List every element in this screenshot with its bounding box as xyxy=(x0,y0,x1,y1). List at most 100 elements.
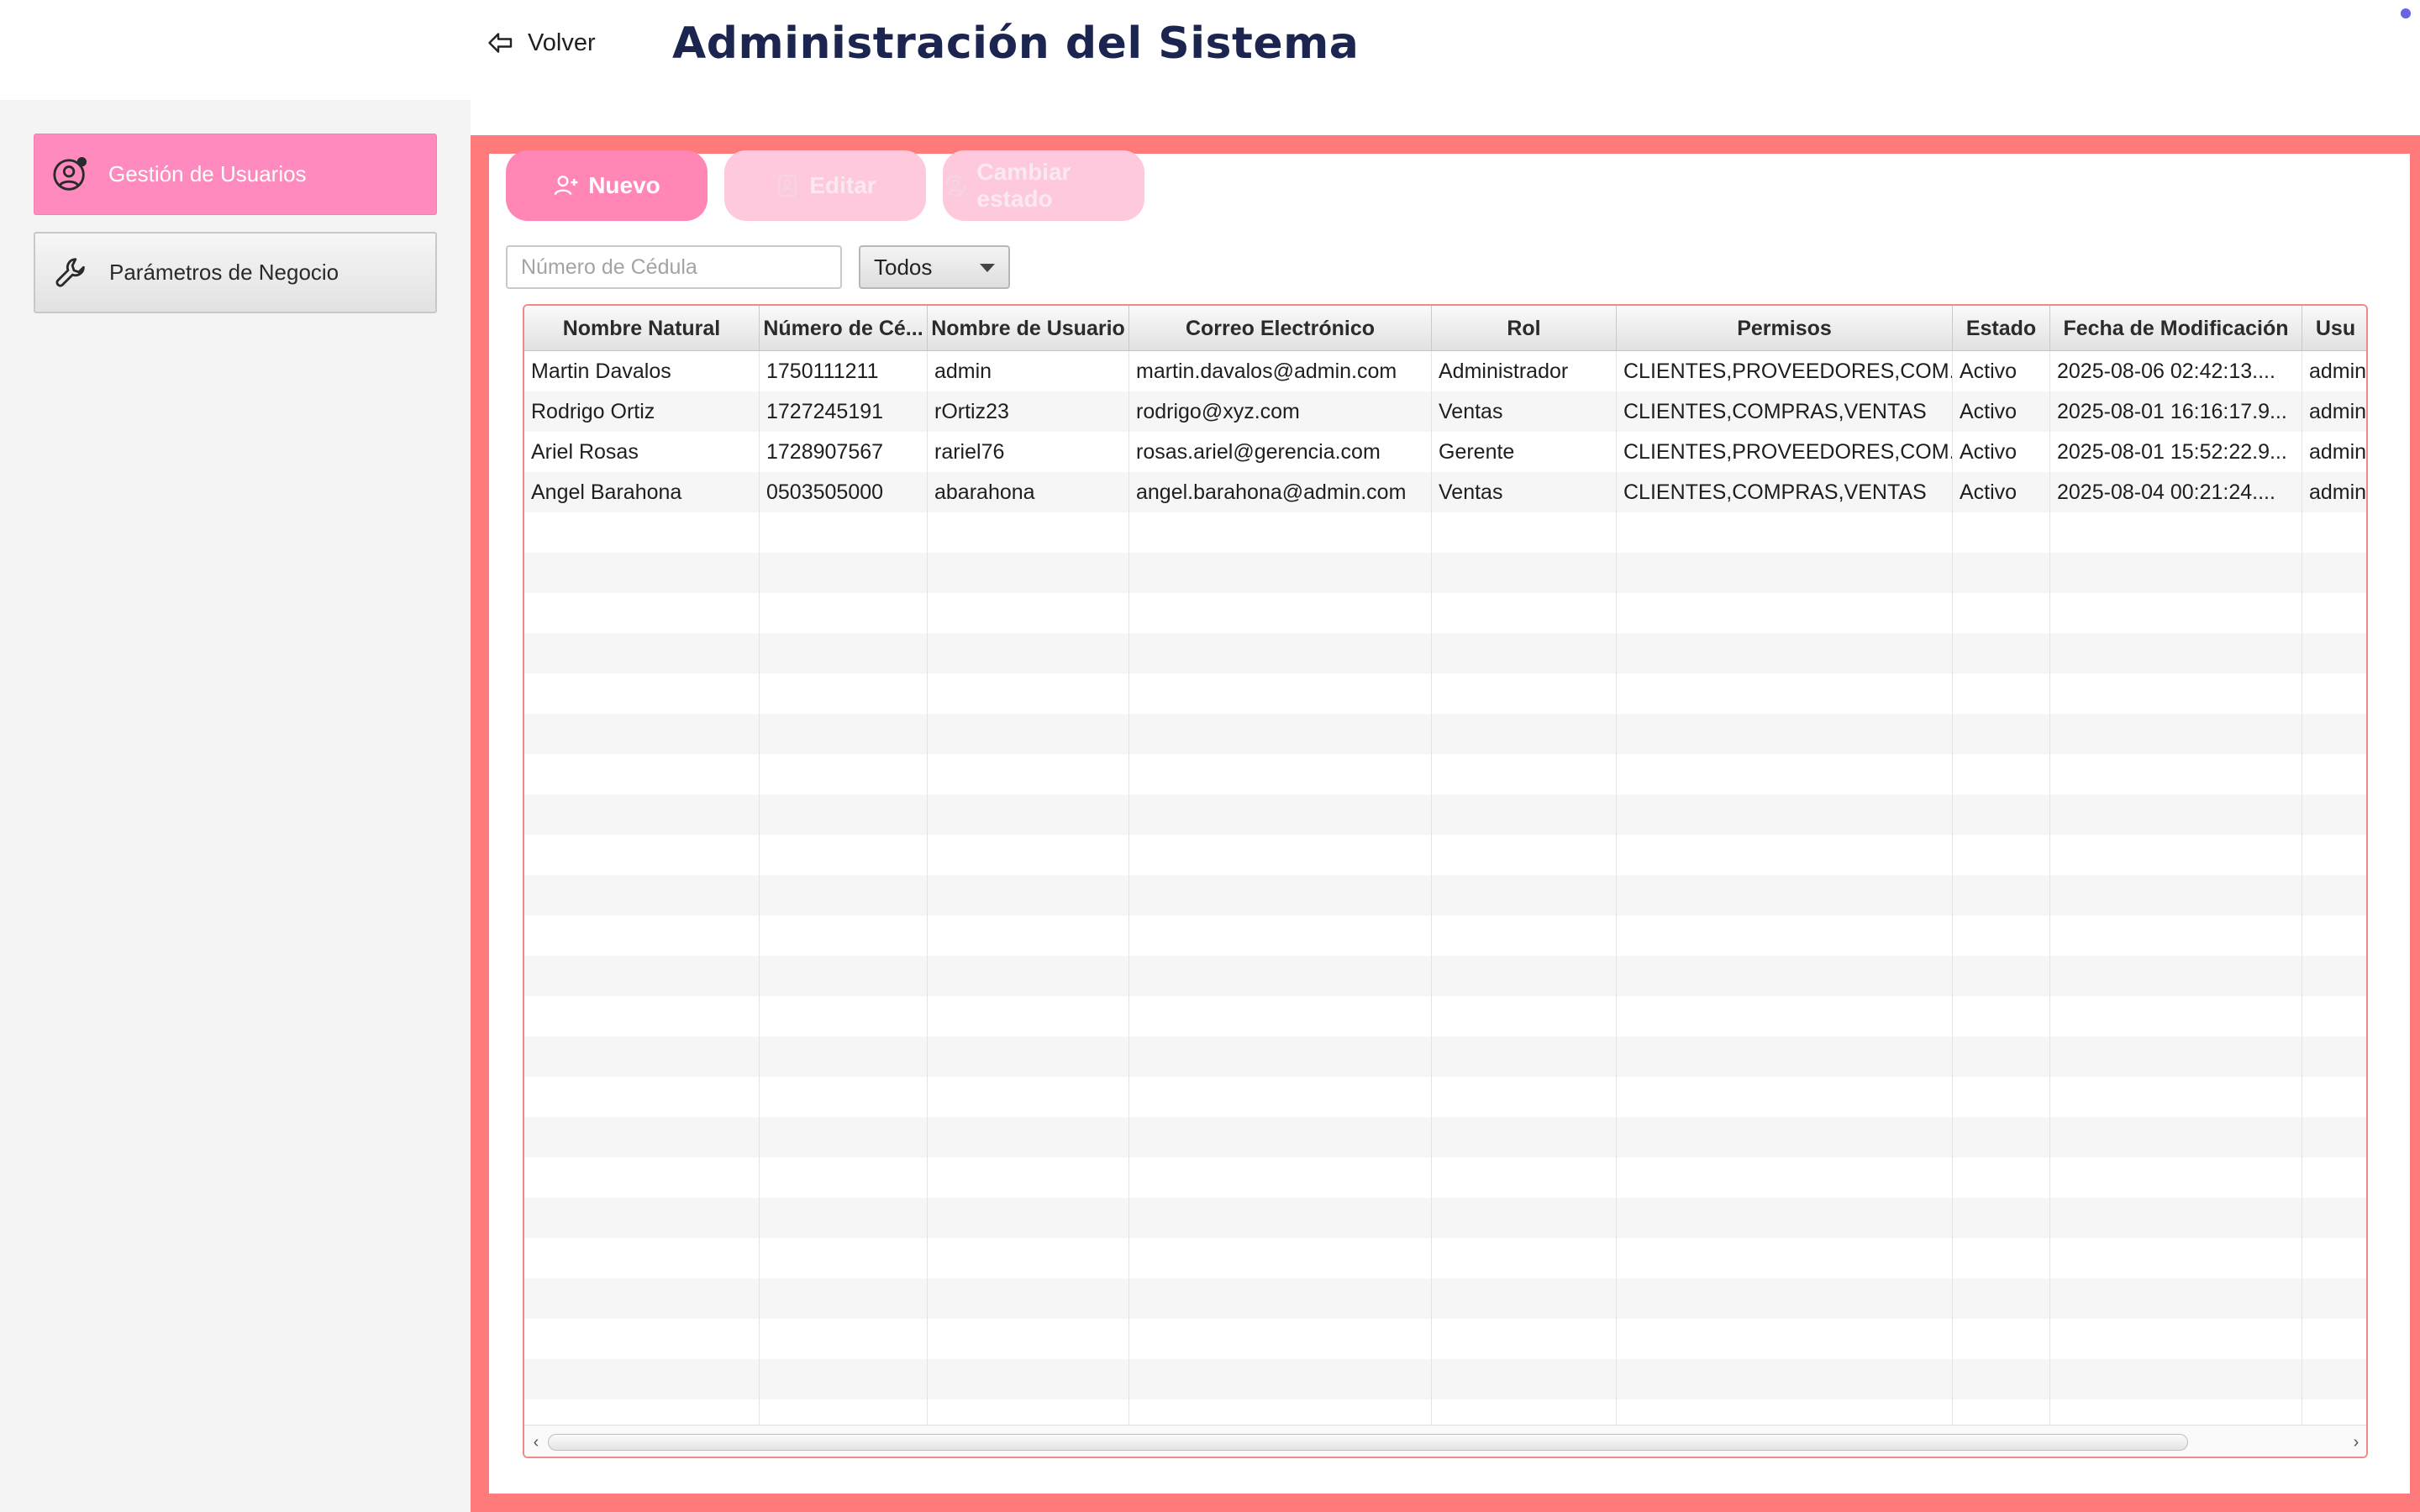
table-cell xyxy=(2302,1077,2366,1117)
table-cell xyxy=(1129,1037,1432,1077)
horizontal-scrollbar[interactable]: ‹ › xyxy=(524,1425,2366,1457)
table-cell xyxy=(1953,1037,2050,1077)
table-cell xyxy=(2050,835,2302,875)
table-row[interactable] xyxy=(524,1359,2366,1399)
contact-card-icon xyxy=(777,174,797,197)
table-cell xyxy=(1617,835,1953,875)
table-row[interactable] xyxy=(524,795,2366,835)
table-cell xyxy=(1953,795,2050,835)
table-cell xyxy=(1617,633,1953,674)
column-header-user[interactable]: Usu xyxy=(2302,306,2366,351)
table-cell xyxy=(2302,795,2366,835)
table-cell xyxy=(760,1319,928,1359)
table-cell xyxy=(1617,875,1953,916)
new-user-button[interactable]: Nuevo xyxy=(506,150,708,221)
table-row[interactable] xyxy=(524,1117,2366,1158)
scroll-right-icon[interactable]: › xyxy=(2348,1434,2365,1451)
table-row[interactable] xyxy=(524,1037,2366,1077)
table-row[interactable] xyxy=(524,1198,2366,1238)
table-row[interactable]: Angel Barahona 0503505000 abarahona angel.b… xyxy=(524,472,2366,512)
table-cell: 2025-08-01 16:16:17.9... xyxy=(2050,391,2302,432)
table-row[interactable] xyxy=(524,714,2366,754)
table-cell xyxy=(1129,512,1432,553)
column-header-name[interactable]: Nombre Natural xyxy=(524,306,760,351)
column-header-permissions[interactable]: Permisos xyxy=(1617,306,1953,351)
table-cell xyxy=(1129,1399,1432,1425)
table-cell: 2025-08-04 00:21:24.... xyxy=(2050,472,2302,512)
sidebar-item-business-params[interactable]: Parámetros de Negocio xyxy=(34,232,437,313)
table-cell: admin xyxy=(928,351,1129,391)
id-number-search-input[interactable] xyxy=(506,245,842,289)
table-cell xyxy=(1432,1117,1617,1158)
column-header-role[interactable]: Rol xyxy=(1432,306,1617,351)
table-cell xyxy=(1432,674,1617,714)
table-cell xyxy=(1129,1238,1432,1278)
table-cell xyxy=(1432,553,1617,593)
table-row[interactable] xyxy=(524,1077,2366,1117)
table-cell xyxy=(1432,512,1617,553)
table-row[interactable] xyxy=(524,956,2366,996)
table-cell xyxy=(1953,996,2050,1037)
table-cell xyxy=(1953,593,2050,633)
table-row[interactable] xyxy=(524,674,2366,714)
table-cell xyxy=(760,1037,928,1077)
table-cell xyxy=(2302,996,2366,1037)
table-row[interactable] xyxy=(524,553,2366,593)
table-row[interactable]: Ariel Rosas 1728907567 rariel76 rosas.ariel… xyxy=(524,432,2366,472)
scrollbar-thumb[interactable] xyxy=(548,1434,2188,1451)
table-cell: CLIENTES,PROVEEDORES,COM... xyxy=(1617,432,1953,472)
scroll-left-icon[interactable]: ‹ xyxy=(528,1434,544,1451)
table-row[interactable] xyxy=(524,1278,2366,1319)
table-cell xyxy=(1953,916,2050,956)
table-row[interactable] xyxy=(524,875,2366,916)
table-row[interactable] xyxy=(524,835,2366,875)
table-cell xyxy=(928,1037,1129,1077)
column-header-status[interactable]: Estado xyxy=(1953,306,2050,351)
table-cell xyxy=(928,875,1129,916)
table-row[interactable] xyxy=(524,996,2366,1037)
table-row[interactable] xyxy=(524,1238,2366,1278)
table-row[interactable] xyxy=(524,512,2366,553)
table-cell xyxy=(1617,1319,1953,1359)
table-row[interactable] xyxy=(524,1399,2366,1425)
table-cell xyxy=(2050,633,2302,674)
table-cell: 2025-08-01 15:52:22.9... xyxy=(2050,432,2302,472)
table-cell xyxy=(928,674,1129,714)
table-cell xyxy=(2302,875,2366,916)
column-header-id-number[interactable]: Número de Cé... xyxy=(760,306,928,351)
back-button[interactable]: Volver xyxy=(486,25,596,60)
table-cell xyxy=(928,1399,1129,1425)
table-cell xyxy=(760,1077,928,1117)
user-add-icon xyxy=(554,176,578,196)
column-header-modified[interactable]: Fecha de Modificación xyxy=(2050,306,2302,351)
column-header-username[interactable]: Nombre de Usuario xyxy=(928,306,1129,351)
table-cell xyxy=(2050,1278,2302,1319)
table-row[interactable] xyxy=(524,1319,2366,1359)
table-cell xyxy=(1432,1319,1617,1359)
table-cell: CLIENTES,COMPRAS,VENTAS xyxy=(1617,391,1953,432)
table-row[interactable]: Rodrigo Ortiz 1727245191 rOrtiz23 rodrigo@x… xyxy=(524,391,2366,432)
table-row[interactable] xyxy=(524,593,2366,633)
change-state-button[interactable]: Cambiar estado xyxy=(943,150,1144,221)
table-row[interactable] xyxy=(524,1158,2366,1198)
table-cell xyxy=(2050,996,2302,1037)
table-cell xyxy=(1432,916,1617,956)
status-filter-select[interactable]: Todos xyxy=(859,245,1010,289)
table-cell xyxy=(524,754,760,795)
table-cell: Ventas xyxy=(1432,472,1617,512)
table-cell xyxy=(524,1117,760,1158)
table-cell xyxy=(1953,1319,2050,1359)
table-row[interactable] xyxy=(524,916,2366,956)
table-cell xyxy=(1953,714,2050,754)
table-cell xyxy=(524,1198,760,1238)
table-row[interactable] xyxy=(524,754,2366,795)
edit-button[interactable]: Editar xyxy=(724,150,926,221)
sidebar-item-users[interactable]: Gestión de Usuarios xyxy=(34,134,437,215)
column-header-email[interactable]: Correo Electrónico xyxy=(1129,306,1432,351)
table-cell xyxy=(1129,1198,1432,1238)
table-cell xyxy=(524,1238,760,1278)
table-row[interactable] xyxy=(524,633,2366,674)
table-cell xyxy=(524,996,760,1037)
table-row[interactable]: Martin Davalos 1750111211 admin martin.dava… xyxy=(524,351,2366,391)
table-cell xyxy=(1617,1077,1953,1117)
